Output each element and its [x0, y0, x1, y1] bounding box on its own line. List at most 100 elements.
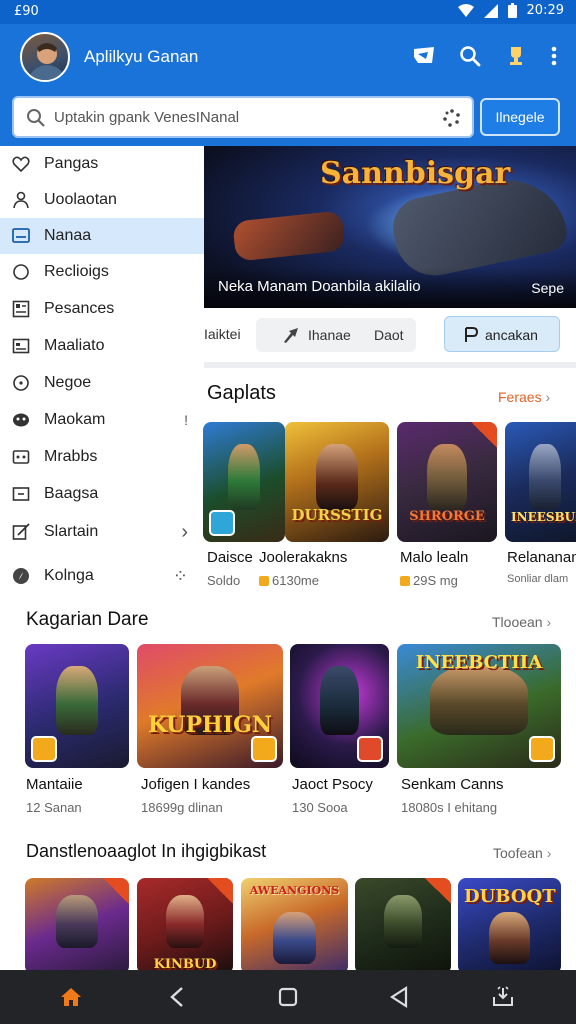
- game-sub: 130 Sooa: [292, 800, 348, 815]
- game-card[interactable]: [355, 878, 451, 974]
- drawer-item-maokam[interactable]: Maokam !: [0, 402, 204, 438]
- card-logo: AWEANGIONS: [249, 884, 340, 897]
- card-corner: [207, 878, 233, 904]
- section-3-more[interactable]: Toofean ›: [493, 845, 551, 861]
- game-card[interactable]: KINBUD: [137, 878, 233, 974]
- drawer-item-trailing: !: [184, 412, 188, 428]
- hero-vehicle: [232, 210, 346, 262]
- screen-icon: [12, 228, 30, 243]
- search-submit-button[interactable]: Ilnegele: [480, 98, 560, 136]
- game-card[interactable]: INEEBCTIIA: [397, 644, 561, 768]
- card-badge-icon: [357, 736, 383, 762]
- section-divider: [204, 362, 576, 368]
- card-figure: [56, 895, 98, 949]
- downloads-button[interactable]: [488, 982, 518, 1012]
- arrow-icon: [284, 328, 298, 343]
- back-button[interactable]: [162, 982, 192, 1012]
- game-name: Mantaiie: [26, 776, 83, 793]
- card-figure: [488, 911, 531, 965]
- drawer-item-mrabbs[interactable]: Mrabbs: [0, 439, 204, 475]
- game-name: Joolerakakns: [259, 549, 348, 566]
- card-figure: [383, 895, 423, 949]
- section-3-more-label: Toofean: [493, 845, 543, 861]
- download-tray-icon: [493, 986, 513, 1006]
- drawer-item-pesances[interactable]: Pesances: [0, 291, 204, 327]
- game-card[interactable]: SHRORGE: [397, 422, 497, 542]
- game-card[interactable]: [290, 644, 389, 768]
- filter-chip-1-sub: Daot: [374, 327, 404, 343]
- section-2-title: Kagarian Dare: [26, 609, 149, 630]
- more-options-button[interactable]: [540, 42, 568, 70]
- card-figure: [319, 666, 360, 735]
- avatar[interactable]: [20, 32, 70, 82]
- card-logo: INEEBCTIIA: [415, 652, 543, 673]
- drawer-item-negoe[interactable]: Negoe: [0, 365, 204, 401]
- chip-icon: [465, 327, 479, 342]
- card-badge-icon: [251, 736, 277, 762]
- drawer-item-slartain[interactable]: Slartain ›: [0, 514, 204, 550]
- section-2-more-label: Tlooean: [492, 614, 543, 630]
- nav-back-button[interactable]: [384, 982, 414, 1012]
- search-input[interactable]: Uptakin gpank VenesINanal: [12, 96, 474, 138]
- search-button[interactable]: [456, 42, 484, 70]
- game-card[interactable]: [203, 422, 285, 542]
- hero-title: Sannbisgar: [320, 156, 511, 191]
- drawer-item-pangas[interactable]: Pangas: [0, 146, 204, 182]
- scan-icon[interactable]: [442, 108, 462, 128]
- card-figure: [316, 443, 358, 510]
- drawer-item-label: Slartain: [44, 523, 99, 540]
- drawer-item-kolnga[interactable]: Kolnga ⁘: [0, 558, 204, 594]
- hero-caption: Neka Manam Doanbila akilalio: [218, 278, 421, 295]
- drawer-item-label: Pesances: [44, 300, 115, 317]
- cast-button[interactable]: [410, 42, 438, 70]
- more-vert-icon: [551, 46, 557, 66]
- game-card[interactable]: [25, 878, 129, 974]
- coin-icon: [400, 576, 410, 586]
- filter-chip-2-label: ancakan: [485, 327, 538, 343]
- card-figure: [427, 443, 467, 510]
- card-logo: DUBOQT: [464, 886, 556, 907]
- home-button[interactable]: [56, 982, 86, 1012]
- card-corner: [425, 878, 451, 904]
- overview-button[interactable]: [273, 982, 303, 1012]
- section-1-more-label: Feraes: [498, 389, 542, 405]
- game-card[interactable]: KUPHIGN: [137, 644, 283, 768]
- trophy-icon: [510, 47, 522, 65]
- drawer-item-baagsa[interactable]: Baagsa: [0, 476, 204, 512]
- section-1-more[interactable]: Feraes ›: [498, 389, 550, 405]
- drawer-item-reclioigs[interactable]: Reclioigs: [0, 254, 204, 290]
- section-2-more[interactable]: Tlooean ›: [492, 614, 551, 630]
- game-name: Senkam Canns: [401, 776, 504, 793]
- chevron-right-icon: ›: [181, 520, 188, 543]
- drawer-item-uoolaotan[interactable]: Uoolaotan: [0, 182, 204, 218]
- dots-icon: [12, 450, 30, 464]
- filter-chip-1[interactable]: Ihanae Daot: [256, 318, 416, 352]
- game-card[interactable]: [25, 644, 129, 768]
- person-icon: [13, 191, 29, 209]
- filter-chip-0[interactable]: Iaiktei: [204, 326, 241, 342]
- trophy-button[interactable]: [502, 42, 530, 70]
- coin-icon: [259, 576, 269, 586]
- avatar-image: [28, 43, 66, 80]
- drawer-item-nanaa[interactable]: Nanaa: [0, 218, 204, 254]
- hero-caption-right[interactable]: Sepe: [531, 280, 564, 296]
- card-figure: [429, 666, 529, 735]
- game-card[interactable]: DUBOQT: [458, 878, 561, 974]
- card-badge-icon: [529, 736, 555, 762]
- game-card[interactable]: INEESBUB: [505, 422, 576, 542]
- drawer-item-maaliato[interactable]: Maaliato: [0, 328, 204, 364]
- drawer-item-trailing: ⁘: [172, 565, 188, 586]
- cast-icon: [414, 47, 434, 63]
- chevron-right-icon: ›: [545, 389, 551, 405]
- game-card[interactable]: DURSSTIG: [285, 422, 389, 542]
- card-badge-icon: [31, 736, 57, 762]
- compass-icon: [13, 568, 29, 584]
- game-card[interactable]: AWEANGIONS: [241, 878, 348, 974]
- filter-chip-2[interactable]: ancakan: [444, 316, 560, 352]
- game-sub: Soldo: [207, 573, 241, 588]
- card-logo: KUPHIGN: [147, 712, 273, 738]
- hero-banner[interactable]: Sannbisgar Neka Manam Doanbila akilalio …: [204, 146, 576, 308]
- game-sub: 18080s I ehitang: [401, 800, 498, 815]
- drawer-item-label: Maaliato: [44, 337, 105, 354]
- circle-icon: [13, 264, 29, 280]
